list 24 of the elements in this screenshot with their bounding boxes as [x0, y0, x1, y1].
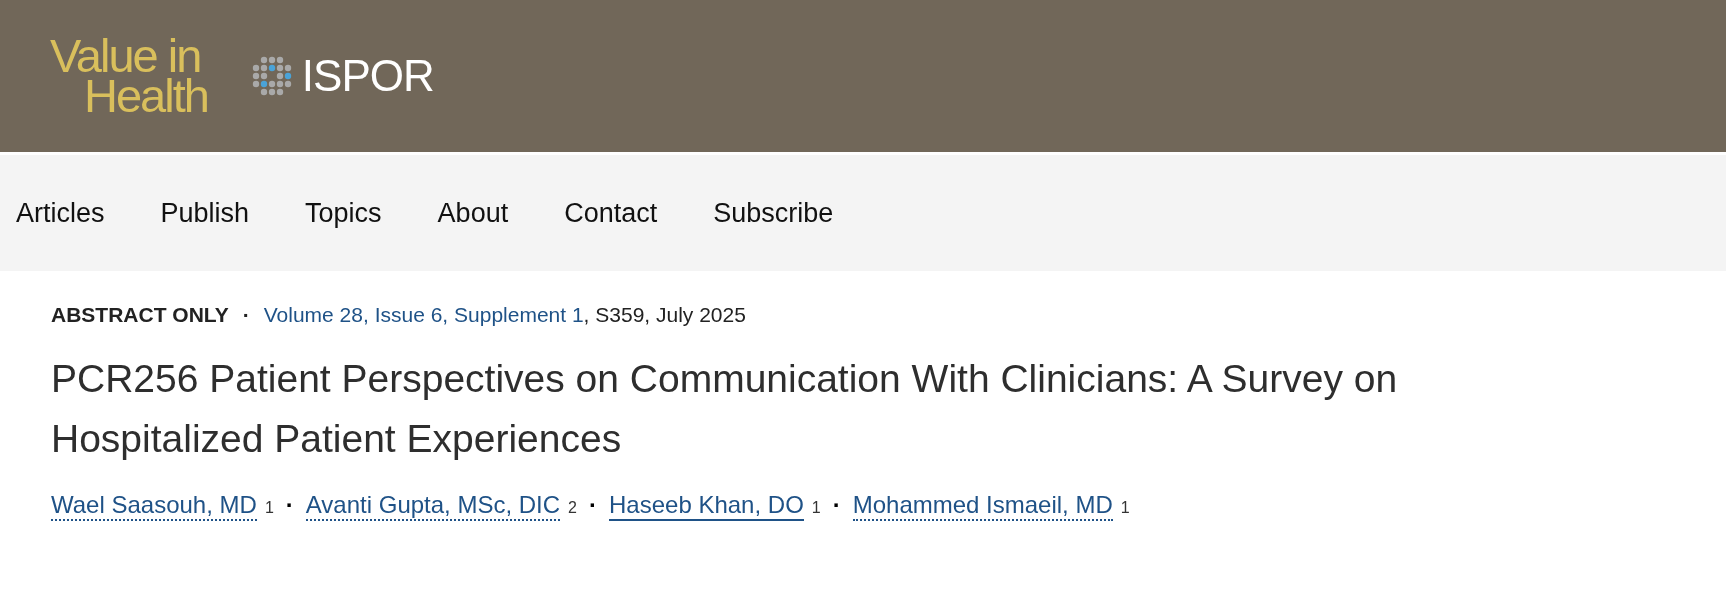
separator: · [589, 491, 597, 519]
nav-link[interactable]: About [437, 197, 509, 229]
nav-link[interactable]: Topics [305, 197, 382, 229]
separator: · [285, 491, 294, 519]
separator: · [242, 303, 250, 327]
partner-logo[interactable]: ISPOR [301, 51, 434, 101]
issue-info: Volume 28, Issue 6, Supplement 1, S359, July 2025 [263, 303, 746, 327]
affiliation-number: 1 [1120, 499, 1130, 517]
author-link[interactable]: Mohammed Ismaeil, MD [852, 491, 1113, 521]
nav-link[interactable]: Publish [160, 197, 250, 229]
affiliation-number: 1 [811, 499, 821, 517]
affiliation-number: 2 [568, 499, 577, 517]
nav-link[interactable]: Articles [16, 197, 105, 229]
author-link[interactable]: Avanti Gupta, MSc, DIC [305, 491, 561, 521]
article-title: PCR256 Patient Perspectives on Communication With Clinicians: A Survey on Hospitalized Patient Experiences [51, 356, 1399, 462]
separator: · [832, 491, 841, 519]
nav-link[interactable]: Contact [564, 197, 658, 229]
issue-link[interactable]: Volume 28, Issue 6, Supplement 1 [263, 303, 584, 326]
affiliation-number: 1 [264, 499, 274, 517]
dot-grid-icon [251, 56, 292, 96]
article-type: ABSTRACT ONLY [51, 303, 229, 327]
author-link[interactable]: Haseeb Khan, DO [609, 491, 804, 521]
nav-link[interactable]: Subscribe [713, 197, 834, 229]
author-link[interactable]: Wael Saasouh, MD [51, 491, 257, 521]
